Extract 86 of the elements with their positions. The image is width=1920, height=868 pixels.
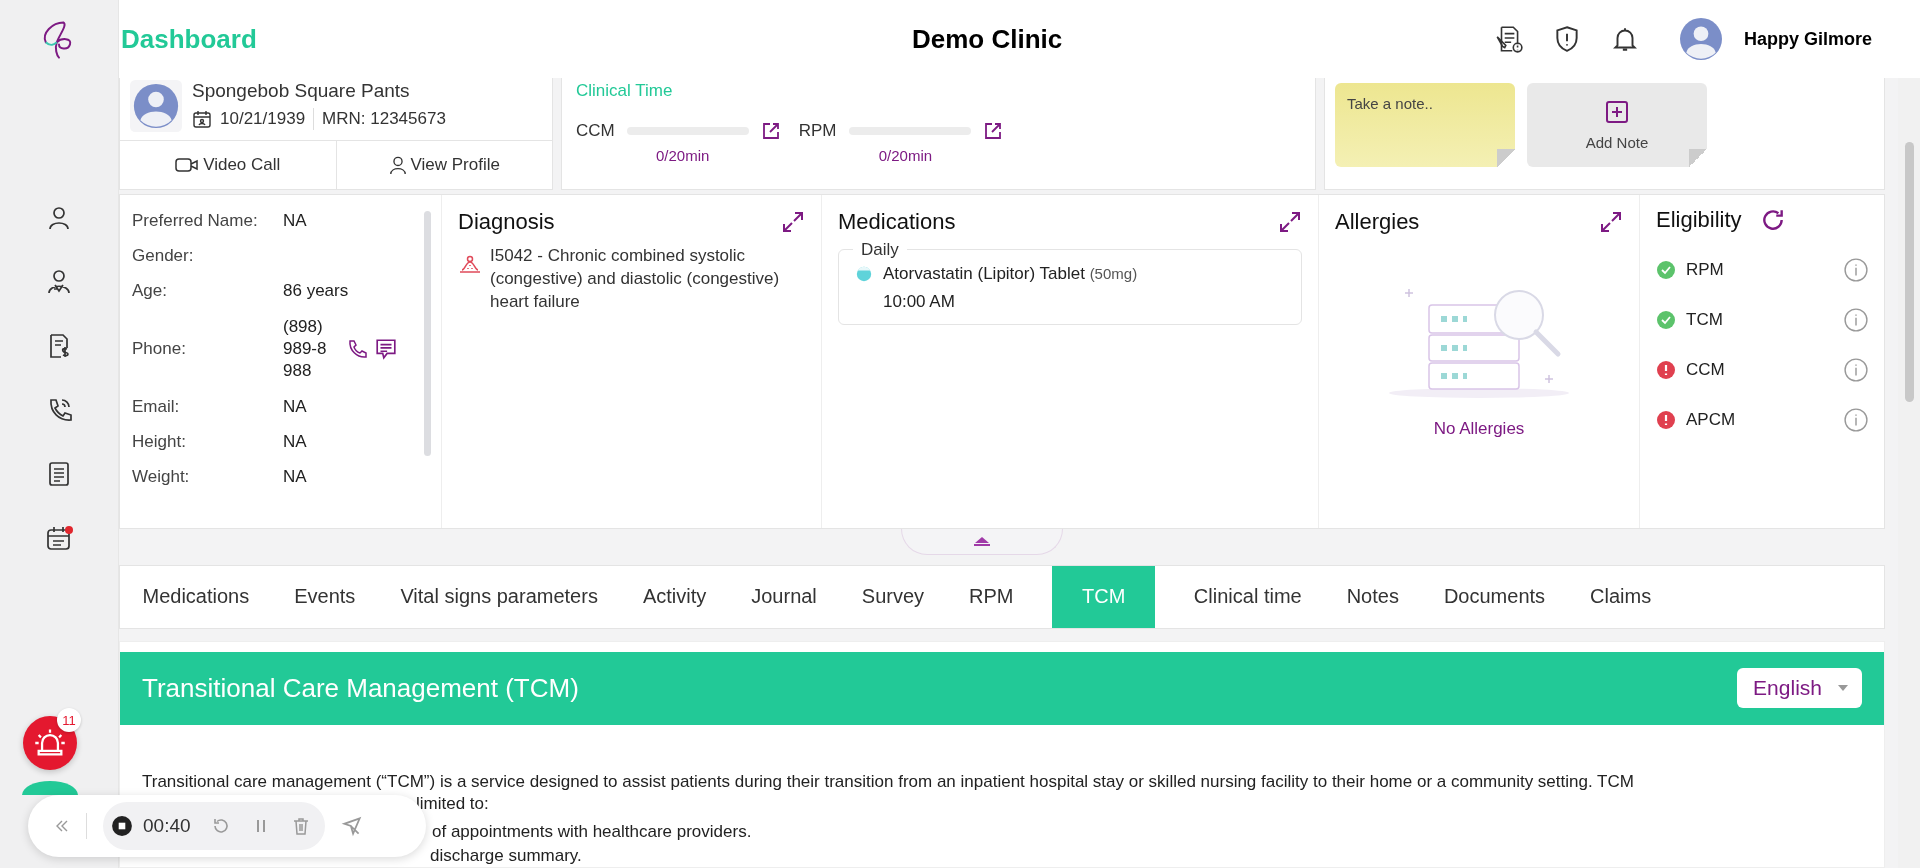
field-label: Gender: <box>132 245 195 266</box>
tab[interactable]: Documents <box>1421 565 1568 628</box>
field-label: Phone: <box>132 339 187 360</box>
field-value: NA <box>283 397 307 418</box>
tab[interactable]: Activity <box>620 565 729 628</box>
collapse-icon[interactable] <box>54 818 70 834</box>
medication-time: 10:00 AM <box>883 291 956 312</box>
mrn-number: MRN: 12345673 <box>322 109 446 129</box>
language-dropdown[interactable]: English <box>1737 668 1862 709</box>
field-value: (898) 989-8988 <box>283 315 328 383</box>
section-title: Transitional Care Management (TCM) <box>142 672 579 704</box>
info-icon[interactable] <box>1844 357 1868 382</box>
note-placeholder: Take a note.. <box>1347 95 1433 112</box>
phone-icon[interactable] <box>347 339 367 360</box>
diagnosis-icon <box>458 254 482 275</box>
user-name[interactable]: Happy Gilmore <box>1743 28 1872 50</box>
avatar[interactable] <box>1679 18 1722 60</box>
field-label: Email: <box>132 397 181 418</box>
collapse-handle[interactable] <box>901 528 1063 555</box>
list-item: discharge summary. <box>430 844 582 867</box>
people-icon[interactable] <box>45 268 73 296</box>
calendar-icon[interactable] <box>45 524 73 552</box>
card-title: Clinical Time <box>576 81 673 101</box>
section-title: Allergies <box>1335 208 1420 235</box>
field-value: 86 years <box>283 280 349 301</box>
program-label: APCM <box>1686 409 1736 430</box>
info-icon[interactable] <box>1844 307 1868 332</box>
user-icon <box>388 154 407 175</box>
tab[interactable]: Claims <box>1567 565 1674 628</box>
expand-icon[interactable] <box>1599 209 1623 234</box>
scrollbar[interactable] <box>1904 142 1914 402</box>
meter-label: RPM <box>798 121 837 141</box>
list-item: of appointments with healthcare providers. <box>432 820 752 843</box>
section-title: Eligibility <box>1656 206 1742 233</box>
caret-icon <box>1838 685 1848 692</box>
external-link-icon[interactable] <box>760 121 781 141</box>
video-call-button[interactable]: Video Call <box>120 140 336 189</box>
external-link-icon[interactable] <box>982 121 1003 141</box>
program-label: CCM <box>1686 359 1725 380</box>
clinic-name: Demo Clinic <box>912 23 1063 55</box>
tab[interactable]: Vital signs parameters <box>377 565 621 628</box>
text-line: limited to: <box>416 792 489 815</box>
add-note-button[interactable]: Add Note <box>1527 83 1707 167</box>
tab[interactable]: Clinical time <box>1171 565 1325 628</box>
section-title: Diagnosis <box>458 208 555 235</box>
program-label: TCM <box>1686 309 1723 330</box>
diagnosis-text: I5042 - Chronic combined systolic (congestive) and diastolic (congestive) heart failure <box>490 244 781 313</box>
sticky-note[interactable]: Take a note.. <box>1335 83 1515 167</box>
field-value: NA <box>283 432 307 453</box>
field-label: Weight: <box>132 467 191 488</box>
tab[interactable]: Notes <box>1324 565 1422 628</box>
tab[interactable]: Survey <box>839 565 947 628</box>
field-label: Height: <box>132 432 187 453</box>
meter-reading: 0/20min <box>656 147 710 164</box>
plus-icon <box>1605 99 1629 124</box>
tab[interactable]: Events <box>271 565 378 628</box>
view-profile-button[interactable]: View Profile <box>335 140 552 189</box>
meter-label: CCM <box>576 121 615 141</box>
info-icon[interactable] <box>1844 257 1868 282</box>
scrollbar[interactable] <box>424 210 431 456</box>
field-label: Age: <box>132 280 168 301</box>
tab[interactable]: Medications <box>120 565 272 628</box>
birth-date: 10/21/1939 <box>220 109 306 129</box>
section-title: Medications <box>838 208 956 235</box>
empty-message: No Allergies <box>1433 418 1525 439</box>
info-icon[interactable] <box>1844 407 1868 432</box>
calendar-icon <box>192 109 212 129</box>
program-label: RPM <box>1686 259 1724 280</box>
field-label: Preferred Name: <box>132 210 259 231</box>
expand-icon[interactable] <box>1278 209 1302 234</box>
meter-reading: 0/20min <box>878 147 933 164</box>
page-title: Dashboard <box>121 23 257 55</box>
field-value: NA <box>283 467 307 488</box>
message-icon[interactable] <box>375 338 397 361</box>
field-value: NA <box>283 210 307 231</box>
medication-name: Atorvastatin (Lipitor) Tablet (50mg) <box>883 263 1138 284</box>
video-camera-icon <box>175 155 200 174</box>
tab[interactable]: Journal <box>728 565 840 628</box>
recording-time: 00:40 <box>143 815 191 837</box>
pill-icon <box>855 264 873 283</box>
expand-icon[interactable] <box>781 209 805 234</box>
stop-icon[interactable] <box>111 815 133 837</box>
patient-name: Spongebob Square Pants <box>192 80 411 102</box>
paragraph: Transitional care management (“TCM”) is a service designed to assist patients during their transition from an inpatient hospital stay or skilled nursing facility to their home or a community setting. TCM <box>142 770 1635 793</box>
tab[interactable]: RPM <box>946 565 1037 628</box>
pointer-icon[interactable] <box>340 815 363 837</box>
